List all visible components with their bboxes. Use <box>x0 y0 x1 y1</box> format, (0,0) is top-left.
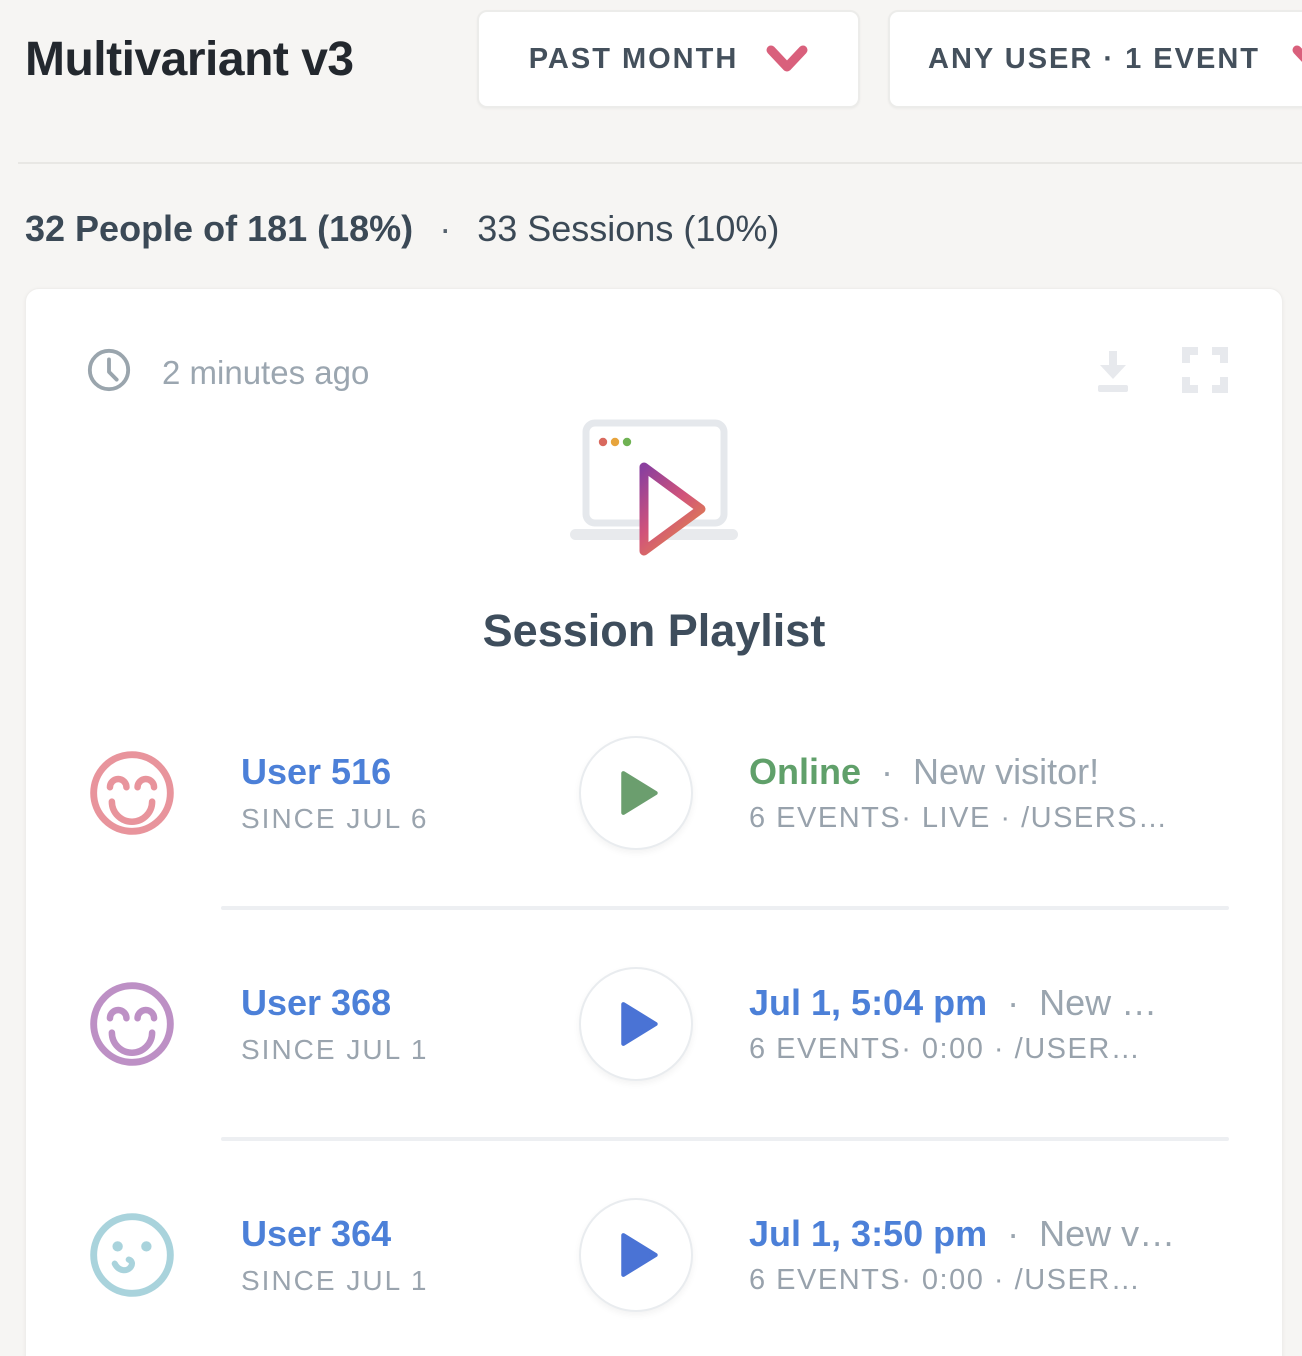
session-row: User 364 SINCE JUL 1 Jul 1, 3:50 pm · Ne… <box>26 1141 1282 1356</box>
smiley-closed-eyes-icon <box>86 747 178 839</box>
page-title: Multivariant v3 <box>25 32 354 87</box>
people-stat: 32 People of 181 (18%) <box>25 208 413 249</box>
smiley-dot-eyes-smirk-icon <box>86 1209 178 1301</box>
headline-separator: · <box>1007 1213 1019 1254</box>
session-details: 6 EVENTS· 0:00 · /USER… <box>749 1033 1242 1066</box>
user-link[interactable]: User 364 <box>241 1213 521 1255</box>
session-timestamp: Jul 1, 5:04 pm <box>749 982 987 1023</box>
stat-separator: · <box>439 208 451 249</box>
date-filter-button[interactable]: PAST MONTH <box>477 10 860 108</box>
play-icon <box>619 999 661 1049</box>
play-session-button[interactable] <box>579 736 693 850</box>
play-icon <box>619 768 661 818</box>
card-actions <box>1088 345 1230 395</box>
sessions-stat: 33 Sessions (10%) <box>477 208 779 249</box>
session-playlist-card: 2 minutes ago Session Playlis <box>25 288 1283 1356</box>
session-headline: Online · New visitor! <box>749 751 1242 793</box>
session-row: User 368 SINCE JUL 1 Jul 1, 5:04 pm · Ne… <box>26 910 1282 1137</box>
play-session-button[interactable] <box>579 1198 693 1312</box>
user-since: SINCE JUL 1 <box>241 1265 521 1297</box>
smiley-closed-eyes-icon <box>86 978 178 1070</box>
user-since: SINCE JUL 6 <box>241 803 521 835</box>
session-headline: Jul 1, 3:50 pm · New v… <box>749 1213 1242 1255</box>
session-details: 6 EVENTS· LIVE · /USERS… <box>749 802 1242 835</box>
play-icon <box>619 1230 661 1280</box>
date-filter-label: PAST MONTH <box>529 43 739 76</box>
clock-icon <box>86 347 132 398</box>
session-details: 6 EVENTS· 0:00 · /USER… <box>749 1264 1242 1297</box>
download-icon[interactable] <box>1088 345 1138 395</box>
session-row: User 516 SINCE JUL 6 Online · New visito… <box>26 679 1282 906</box>
user-info: User 368 SINCE JUL 1 <box>241 982 521 1066</box>
user-link[interactable]: User 516 <box>241 751 521 793</box>
session-timestamp: Jul 1, 3:50 pm <box>749 1213 987 1254</box>
session-note: New … <box>1039 982 1157 1023</box>
chevron-down-icon <box>1292 44 1302 74</box>
last-updated: 2 minutes ago <box>86 347 369 398</box>
user-event-filter-label: ANY USER · 1 EVENT <box>928 43 1260 76</box>
play-session-button[interactable] <box>579 967 693 1081</box>
fullscreen-icon[interactable] <box>1180 345 1230 395</box>
window-dot-red <box>599 438 607 446</box>
headline-separator: · <box>881 751 893 792</box>
session-player-illustration <box>548 417 760 584</box>
window-dot-yellow <box>611 438 619 446</box>
session-info: Jul 1, 3:50 pm · New v… 6 EVENTS· 0:00 ·… <box>749 1213 1242 1297</box>
session-note: New visitor! <box>913 751 1099 792</box>
session-rows: User 516 SINCE JUL 6 Online · New visito… <box>26 679 1282 1356</box>
card-title: Session Playlist <box>26 605 1282 657</box>
top-bar: Multivariant v3 PAST MONTH ANY USER · 1 … <box>0 0 1302 164</box>
session-info: Jul 1, 5:04 pm · New … 6 EVENTS· 0:00 · … <box>749 982 1242 1066</box>
last-updated-label: 2 minutes ago <box>162 354 369 392</box>
user-info: User 516 SINCE JUL 6 <box>241 751 521 835</box>
window-dot-green <box>623 438 631 446</box>
session-status: Online <box>749 751 861 792</box>
session-headline: Jul 1, 5:04 pm · New … <box>749 982 1242 1024</box>
session-info: Online · New visitor! 6 EVENTS· LIVE · /… <box>749 751 1242 835</box>
user-info: User 364 SINCE JUL 1 <box>241 1213 521 1297</box>
user-since: SINCE JUL 1 <box>241 1034 521 1066</box>
header-divider <box>18 162 1302 164</box>
user-link[interactable]: User 368 <box>241 982 521 1024</box>
headline-separator: · <box>1007 982 1019 1023</box>
user-event-filter-button[interactable]: ANY USER · 1 EVENT <box>888 10 1302 108</box>
summary-stats: 32 People of 181 (18%) · 33 Sessions (10… <box>25 208 779 250</box>
session-note: New v… <box>1039 1213 1175 1254</box>
chevron-down-icon <box>766 44 808 74</box>
